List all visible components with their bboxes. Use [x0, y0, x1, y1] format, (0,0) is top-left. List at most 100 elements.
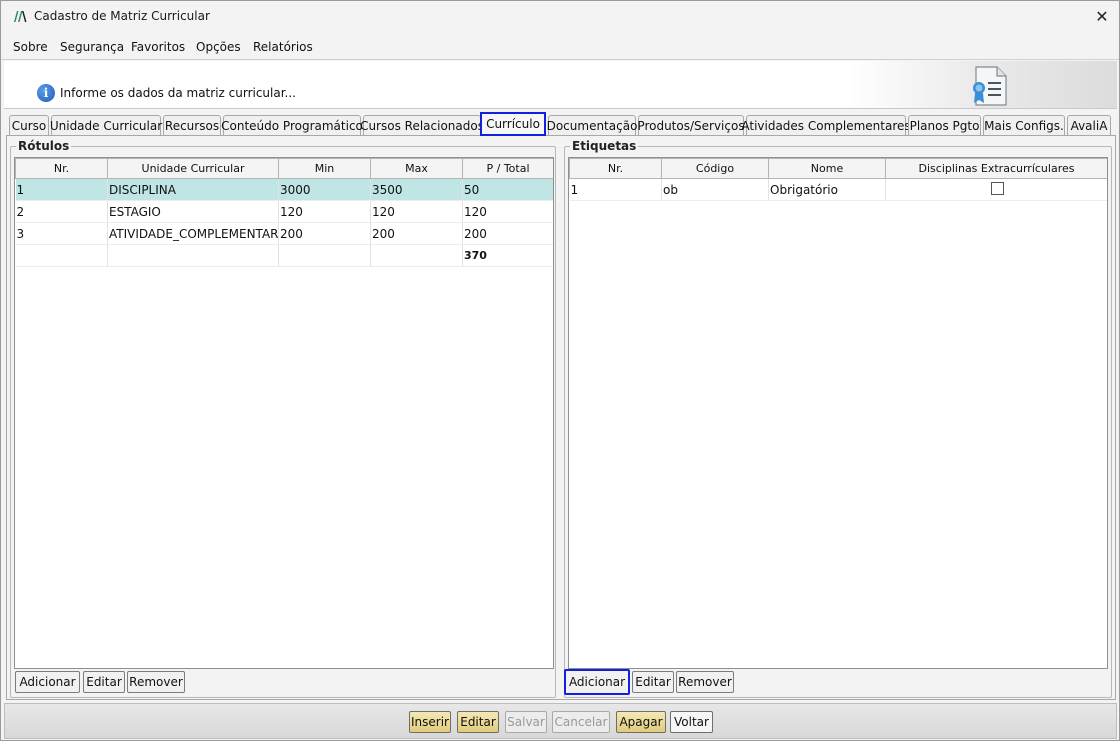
info-banner: i Informe os dados da matriz curricular.… — [4, 61, 1117, 109]
insert-button[interactable]: Inserir — [409, 711, 451, 733]
info-icon: i — [37, 84, 55, 102]
tab-curso[interactable]: Curso — [9, 115, 49, 135]
rotulos-title: Rótulos — [16, 139, 72, 153]
menu-relatorios[interactable]: Relatórios — [253, 40, 313, 54]
tab-label: Currículo — [486, 117, 540, 131]
rotulos-edit-button[interactable]: Editar — [83, 671, 125, 693]
cell-min: 3000 — [278, 178, 371, 201]
cell-extracurricular — [885, 178, 1107, 201]
tab-label: Curso — [11, 118, 47, 133]
cancel-button[interactable]: Cancelar — [552, 711, 610, 733]
cell-min: 120 — [278, 200, 371, 223]
tab-curriculo[interactable]: Currículo — [480, 112, 546, 136]
tab-cursos-relacionados[interactable]: Cursos Relacionados — [360, 115, 484, 135]
header-row: Nr. Código Nome Disciplinas Extracurrícu… — [569, 158, 1107, 179]
rotulos-group: Rótulos Nr. Unidade Curricular Min Max P… — [10, 139, 556, 698]
cell-total: 120 — [462, 200, 553, 223]
tab-recursos[interactable]: Recursos — [163, 115, 221, 135]
back-button[interactable]: Voltar — [670, 711, 713, 733]
table-row[interactable]: 2 ESTAGIO 120 120 120 — [15, 200, 553, 223]
extracurricular-checkbox[interactable] — [990, 181, 1004, 195]
column-header-nr[interactable]: Nr. — [15, 158, 108, 179]
close-icon: ✕ — [1095, 6, 1109, 26]
rotulos-remove-button[interactable]: Remover — [127, 671, 185, 693]
column-header-min[interactable]: Min — [278, 158, 371, 179]
etiquetas-edit-button[interactable]: Editar — [632, 671, 674, 693]
tab-label: Planos Pgto — [909, 118, 980, 133]
title-bar[interactable]: Cadastro de Matriz Curricular ✕ — [1, 1, 1119, 32]
cell-max: 3500 — [370, 178, 463, 201]
cell-nr: 3 — [15, 222, 108, 245]
cell-nr — [15, 244, 108, 267]
tab-strip: Curso Unidade Curricular Recursos Conteú… — [7, 111, 1115, 136]
tab-label: Atividades Complementares — [741, 118, 911, 133]
tab-avalia[interactable]: AvaliA — [1067, 115, 1111, 135]
window-title: Cadastro de Matriz Curricular — [34, 9, 210, 23]
column-header-total[interactable]: P / Total — [462, 158, 553, 179]
curriculo-panel: Rótulos Nr. Unidade Curricular Min Max P… — [6, 135, 1116, 700]
table-row[interactable]: 1 DISCIPLINA 3000 3500 50 — [15, 178, 553, 201]
total-row: 370 — [15, 244, 553, 267]
action-bar: Inserir Editar Salvar Cancelar Apagar Vo… — [4, 703, 1117, 739]
rotulos-table: Nr. Unidade Curricular Min Max P / Total… — [15, 158, 553, 267]
app-logo-icon — [14, 11, 27, 22]
main-window: Cadastro de Matriz Curricular ✕ Sobre Se… — [0, 0, 1120, 741]
cell-grand-total: 370 — [462, 244, 553, 267]
rotulos-add-button[interactable]: Adicionar — [15, 671, 80, 693]
column-header-unidade[interactable]: Unidade Curricular — [107, 158, 279, 179]
menu-bar: Sobre Segurança Favoritos Opções Relatór… — [1, 32, 1119, 60]
menu-opcoes[interactable]: Opções — [196, 40, 241, 54]
info-message: Informe os dados da matriz curricular... — [60, 86, 296, 100]
tab-label: Mais Configs. — [984, 118, 1064, 133]
tab-label: Produtos/Serviços — [637, 118, 745, 133]
etiquetas-add-button[interactable]: Adicionar — [564, 669, 630, 695]
tab-mais-configs[interactable]: Mais Configs. — [983, 115, 1065, 135]
cell-min: 200 — [278, 222, 371, 245]
cell-nr: 1 — [15, 178, 108, 201]
tab-produtos-servicos[interactable]: Produtos/Serviços — [637, 115, 745, 135]
column-header-codigo[interactable]: Código — [661, 158, 769, 179]
etiquetas-table: Nr. Código Nome Disciplinas Extracurrícu… — [569, 158, 1107, 201]
cell-unidade: ATIVIDADE_COMPLEMENTAR — [107, 222, 279, 245]
cell-unidade — [107, 244, 279, 267]
tab-conteudo-programatico[interactable]: Conteúdo Programático — [221, 115, 363, 135]
save-button[interactable]: Salvar — [505, 711, 547, 733]
edit-button[interactable]: Editar — [457, 711, 499, 733]
delete-button[interactable]: Apagar — [616, 711, 666, 733]
tab-planos-pgto[interactable]: Planos Pgto — [908, 115, 981, 135]
cell-codigo: ob — [661, 178, 769, 201]
column-header-max[interactable]: Max — [370, 158, 463, 179]
tab-label: Unidade Curricular — [49, 118, 163, 133]
header-row: Nr. Unidade Curricular Min Max P / Total — [15, 158, 553, 179]
tab-label: AvaliA — [1070, 118, 1108, 133]
cell-unidade: ESTAGIO — [107, 200, 279, 223]
menu-sobre[interactable]: Sobre — [13, 40, 48, 54]
menu-favoritos[interactable]: Favoritos — [131, 40, 185, 54]
tab-label: Documentação — [546, 118, 638, 133]
cell-total: 200 — [462, 222, 553, 245]
etiquetas-title: Etiquetas — [570, 139, 639, 153]
table-row[interactable]: 3 ATIVIDADE_COMPLEMENTAR 200 200 200 — [15, 222, 553, 245]
etiquetas-remove-button[interactable]: Remover — [676, 671, 734, 693]
cell-max: 120 — [370, 200, 463, 223]
cell-max — [370, 244, 463, 267]
close-button[interactable]: ✕ — [1089, 4, 1115, 28]
menu-seguranca[interactable]: Segurança — [60, 40, 124, 54]
rotulos-grid[interactable]: Nr. Unidade Curricular Min Max P / Total… — [14, 157, 554, 669]
tab-documentacao[interactable]: Documentação — [546, 115, 638, 135]
column-header-extracurriculares[interactable]: Disciplinas Extracurrículares — [885, 158, 1107, 179]
tab-label: Recursos — [164, 118, 220, 133]
cell-min — [278, 244, 371, 267]
tab-label: Cursos Relacionados — [360, 118, 484, 133]
cell-max: 200 — [370, 222, 463, 245]
tab-atividades-complementares[interactable]: Atividades Complementares — [741, 115, 911, 135]
tab-unidade-curricular[interactable]: Unidade Curricular — [49, 115, 163, 135]
cell-nr: 1 — [569, 178, 662, 201]
tab-label: Conteúdo Programático — [221, 118, 363, 133]
cell-total: 50 — [462, 178, 553, 201]
column-header-nome[interactable]: Nome — [768, 158, 886, 179]
column-header-nr[interactable]: Nr. — [569, 158, 662, 179]
etiquetas-group: Etiquetas Nr. Código Nome Disciplinas Ex… — [564, 139, 1112, 698]
table-row[interactable]: 1 ob Obrigatório — [569, 178, 1107, 201]
etiquetas-grid[interactable]: Nr. Código Nome Disciplinas Extracurrícu… — [568, 157, 1108, 669]
